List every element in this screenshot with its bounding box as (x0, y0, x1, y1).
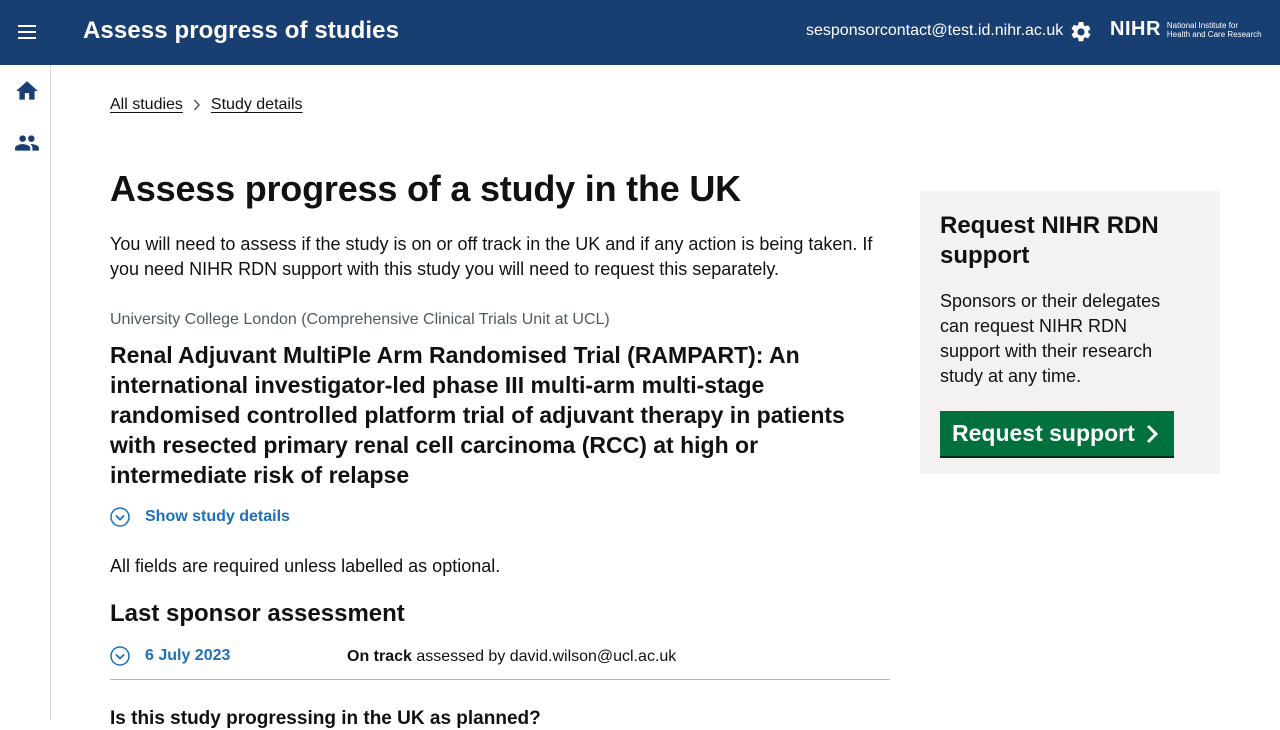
chevron-right-icon (1146, 424, 1158, 443)
people-icon[interactable] (14, 130, 40, 156)
user-email: sesponsorcontact@test.id.nihr.ac.uk (806, 22, 1064, 39)
support-panel: Request NIHR RDN support Sponsors or the… (920, 191, 1220, 474)
logo-subtitle-line1: National Institute for (1166, 21, 1239, 30)
intro-text: You will need to assess if the study is … (110, 234, 873, 279)
support-panel-title: Request NIHR RDN support (940, 212, 1159, 269)
support-panel-body: Sponsors or their delegates can request … (940, 291, 1161, 386)
logo-mark: NIHR (1110, 18, 1161, 40)
last-assessment-heading: Last sponsor assessment (110, 600, 405, 627)
chevron-down-circle-icon (110, 646, 130, 666)
study-title: Renal Adjuvant MultiPle Arm Randomised T… (110, 342, 845, 488)
home-icon[interactable] (14, 78, 40, 104)
organisation-name: University College London (Comprehensive… (110, 311, 610, 328)
request-support-label: Request support (952, 420, 1135, 446)
chevron-right-icon (193, 99, 200, 111)
app-title: Assess progress of studies (83, 17, 400, 44)
menu-icon[interactable] (14, 19, 40, 45)
logo-subtitle-line2: Health and Care Research (1166, 30, 1262, 39)
breadcrumb-all-studies[interactable]: All studies (110, 96, 183, 114)
assessment-status: On track assessed by david.wilson@ucl.ac… (347, 648, 676, 666)
assessment-assessor: assessed by david.wilson@ucl.ac.uk (416, 648, 677, 665)
show-study-details-label: Show study details (145, 508, 290, 525)
nihr-logo[interactable]: NIHR National Institute for Health and C… (1110, 18, 1262, 44)
request-support-button[interactable]: Request support (940, 411, 1174, 456)
assessment-status-value: On track (347, 648, 412, 665)
assessment-date: 6 July 2023 (145, 647, 231, 664)
progress-question: Is this study progressing in the UK as p… (110, 708, 541, 729)
page-title: Assess progress of a study in the UK (110, 168, 741, 209)
assessment-row: 6 July 2023 On track assessed by david.w… (110, 645, 890, 680)
logo-subtitle: National Institute for Health and Care R… (1167, 21, 1262, 39)
breadcrumb: All studies Study details (110, 96, 303, 114)
required-fields-note: All fields are required unless labelled … (110, 556, 501, 576)
assessment-date-toggle[interactable]: 6 July 2023 (110, 646, 230, 666)
show-study-details-toggle[interactable]: Show study details (110, 507, 290, 527)
chevron-down-circle-icon (110, 507, 130, 527)
sidebar (0, 65, 51, 720)
gear-icon[interactable] (1069, 20, 1093, 44)
app-header: Assess progress of studies sesponsorcont… (0, 0, 1280, 65)
breadcrumb-study-details[interactable]: Study details (211, 96, 303, 114)
